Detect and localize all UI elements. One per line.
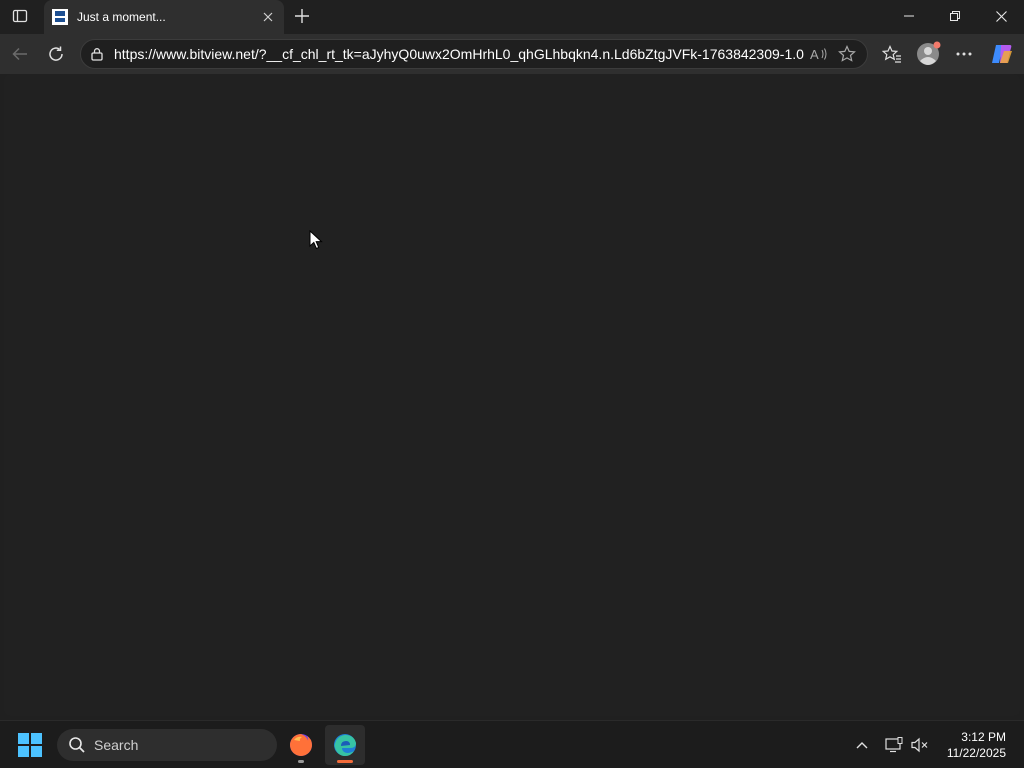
read-aloud-icon: A	[810, 47, 827, 62]
refresh-button[interactable]	[42, 40, 70, 68]
copilot-button[interactable]	[988, 40, 1016, 68]
address-bar[interactable]: https://www.bitview.net/?__cf_chl_rt_tk=…	[80, 39, 868, 69]
show-hidden-icons-button[interactable]	[850, 733, 874, 757]
windows-logo-icon	[18, 733, 29, 744]
tab-close-button[interactable]	[258, 7, 278, 27]
bitview-favicon-icon	[52, 9, 68, 25]
search-icon	[69, 737, 85, 753]
restore-button[interactable]	[932, 0, 978, 32]
search-label: Search	[94, 737, 139, 753]
copilot-icon	[992, 45, 1012, 63]
taskbar: Search 3:12 PM 11/22/2025	[0, 720, 1024, 768]
volume-button[interactable]	[908, 733, 932, 757]
app-active-indicator	[337, 760, 353, 763]
close-icon	[263, 12, 273, 22]
plus-icon	[295, 9, 309, 23]
app-running-indicator	[298, 760, 304, 763]
refresh-icon	[49, 46, 63, 61]
windows-logo-pane	[31, 746, 42, 757]
close-icon	[995, 10, 1007, 22]
more-options-button[interactable]	[950, 40, 978, 68]
url-text[interactable]: https://www.bitview.net/?__cf_chl_rt_tk=…	[114, 46, 805, 62]
close-window-button[interactable]	[978, 0, 1024, 32]
back-button[interactable]	[6, 40, 34, 68]
taskbar-app-edge[interactable]	[325, 725, 365, 765]
windows-logo-pane	[18, 746, 29, 757]
display-settings-button[interactable]	[882, 733, 906, 757]
windows-logo-pane	[31, 733, 42, 744]
volume-muted-icon	[911, 737, 928, 753]
favorites-icon	[882, 45, 901, 63]
minimize-button[interactable]	[886, 0, 932, 32]
tab-title: Just a moment...	[77, 10, 166, 24]
taskbar-search[interactable]: Search	[57, 729, 277, 761]
favorites-button[interactable]	[878, 40, 906, 68]
mouse-cursor-icon	[309, 230, 323, 250]
add-favorite-button[interactable]	[833, 41, 861, 67]
profile-button[interactable]	[914, 40, 942, 68]
svg-text:A: A	[810, 47, 819, 62]
system-clock[interactable]: 3:12 PM 11/22/2025	[947, 729, 1006, 761]
profile-icon	[917, 41, 941, 65]
taskbar-app-firefox[interactable]	[281, 725, 321, 765]
tab-active[interactable]: Just a moment...	[44, 0, 284, 34]
tab-strip: Just a moment...	[0, 0, 1024, 34]
window-controls	[886, 0, 1024, 32]
clock-date: 11/22/2025	[946, 746, 1006, 760]
clock-time: 3:12 PM	[961, 730, 1006, 744]
browser-toolbar: https://www.bitview.net/?__cf_chl_rt_tk=…	[0, 34, 1024, 74]
firefox-icon	[290, 734, 312, 756]
restore-icon	[950, 11, 960, 21]
start-button[interactable]	[18, 733, 42, 757]
new-tab-button[interactable]	[290, 4, 314, 28]
edge-icon	[334, 734, 356, 756]
minimize-icon	[904, 15, 914, 17]
read-aloud-button[interactable]: A	[805, 41, 833, 67]
browser-window: Just a moment... https://www.bitview.net…	[0, 0, 1024, 720]
chevron-up-icon	[856, 742, 868, 749]
star-icon	[838, 45, 856, 62]
page-content[interactable]	[4, 74, 1020, 716]
lock-icon[interactable]	[90, 47, 104, 61]
tab-actions-icon	[12, 9, 28, 23]
monitor-icon	[885, 737, 903, 753]
back-arrow-icon	[12, 47, 27, 61]
more-icon	[956, 52, 972, 56]
tab-actions-button[interactable]	[8, 4, 32, 28]
